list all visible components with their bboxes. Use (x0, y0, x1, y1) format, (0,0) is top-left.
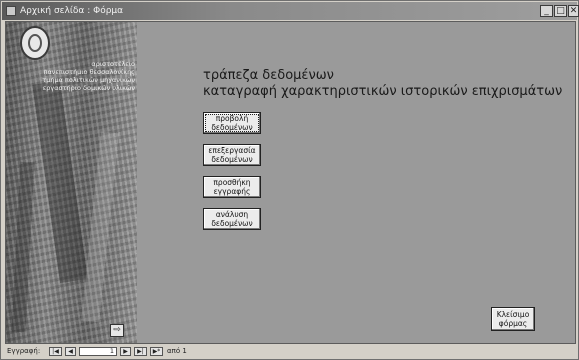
button-label: δεδομένων (211, 218, 253, 228)
texture-stroke (11, 161, 35, 333)
record-count: από 1 (167, 347, 187, 355)
last-record-button[interactable]: ▶| (134, 347, 147, 356)
view-data-button[interactable]: προβολή δεδομένων (203, 112, 261, 134)
org-line: αριστοτέλειο (91, 60, 135, 68)
button-label: δεδομένων (211, 154, 253, 164)
title-bar[interactable]: Αρχική σελίδα : Φόρμα _ □ ✕ (2, 2, 579, 20)
org-line: πανεπιστήμιο θεσσαλονίκης (43, 68, 135, 76)
exit-door-icon[interactable]: ⇨ (110, 324, 124, 337)
close-window-button[interactable]: ✕ (568, 5, 579, 17)
texture-stroke (81, 131, 119, 323)
maximize-button[interactable]: □ (554, 5, 567, 17)
form-body: αριστοτέλειο πανεπιστήμιο θεσσαλονίκης τ… (5, 21, 576, 344)
record-navigator: Εγγραφή: |◀ ◀ 1 ▶ ▶| ▶* από 1 (5, 345, 576, 358)
form-app-icon (6, 6, 16, 16)
sidebar-image-panel: αριστοτέλειο πανεπιστήμιο θεσσαλονίκης τ… (6, 22, 137, 343)
organization-text: αριστοτέλειο πανεπιστήμιο θεσσαλονίκης τ… (8, 60, 135, 92)
current-record-field[interactable]: 1 (79, 347, 117, 356)
form-window: Αρχική σελίδα : Φόρμα _ □ ✕ αριστοτέλειο… (0, 0, 579, 360)
next-record-button[interactable]: ▶ (120, 347, 131, 356)
university-seal-logo (20, 26, 50, 60)
record-label: Εγγραφή: (7, 347, 41, 355)
add-record-button[interactable]: προσθήκη εγγραφής (203, 176, 261, 198)
title-line-2: καταγραφή χαρακτηριστικών ιστορικών επιχ… (203, 84, 563, 99)
button-label: φόρμας (498, 318, 528, 328)
analyze-data-button[interactable]: ανάλυση δεδομένων (203, 208, 261, 230)
close-form-button[interactable]: Κλείσιμο φόρμας (491, 307, 535, 331)
seal-figure (28, 34, 42, 52)
page-title: τράπεζα δεδομένων καταγραφή χαρακτηριστι… (203, 68, 562, 100)
minimize-button[interactable]: _ (540, 5, 553, 17)
texture-stroke (32, 81, 88, 283)
org-line: τμήμα πολιτικών μηχανικών (42, 76, 135, 84)
previous-record-button[interactable]: ◀ (65, 347, 76, 356)
title-line-1: τράπεζα δεδομένων (203, 68, 334, 83)
new-record-button[interactable]: ▶* (150, 347, 163, 356)
window-title: Αρχική σελίδα : Φόρμα (20, 6, 124, 16)
first-record-button[interactable]: |◀ (49, 347, 62, 356)
edit-data-button[interactable]: επεξεργασία δεδομένων (203, 144, 261, 166)
button-label: εγγραφής (213, 186, 251, 196)
org-line: εργαστήριο δομικών υλικών (42, 84, 135, 92)
main-panel: τράπεζα δεδομένων καταγραφή χαρακτηριστι… (137, 22, 575, 343)
button-label: δεδομένων (211, 122, 253, 132)
